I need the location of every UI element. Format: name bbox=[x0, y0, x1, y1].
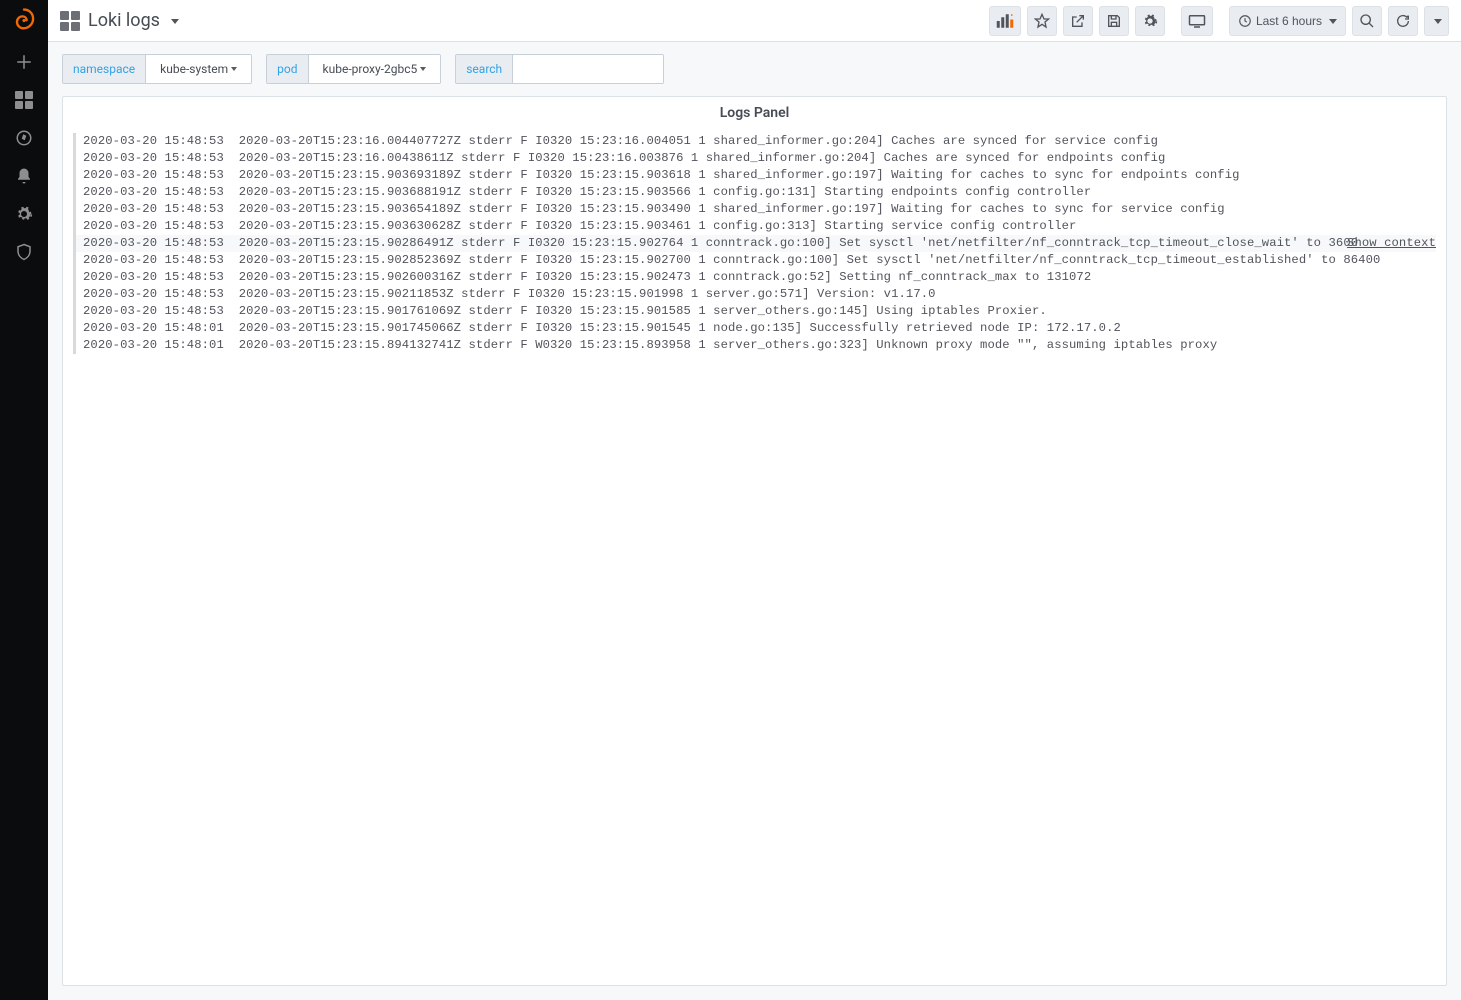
time-picker-label: Last 6 hours bbox=[1256, 14, 1322, 28]
log-level-bar bbox=[73, 320, 76, 337]
log-row[interactable]: 2020-03-20 15:48:53 2020-03-20T15:23:15.… bbox=[73, 218, 1436, 235]
log-message: 2020-03-20T15:23:15.90211853Z stderr F I… bbox=[239, 286, 936, 303]
log-timestamp: 2020-03-20 15:48:53 bbox=[83, 252, 239, 269]
variable-namespace: namespace kube-system bbox=[62, 54, 252, 84]
variable-pod-value[interactable]: kube-proxy-2gbc5 bbox=[309, 55, 441, 83]
log-timestamp: 2020-03-20 15:48:53 bbox=[83, 303, 239, 320]
add-panel-button[interactable] bbox=[989, 6, 1021, 36]
variable-search-label: search bbox=[456, 55, 513, 83]
log-message: 2020-03-20T15:23:15.903688191Z stderr F … bbox=[239, 184, 1092, 201]
log-timestamp: 2020-03-20 15:48:53 bbox=[83, 269, 239, 286]
dashboards-icon[interactable] bbox=[14, 90, 34, 110]
chevron-down-icon bbox=[420, 67, 426, 71]
log-row[interactable]: 2020-03-20 15:48:01 2020-03-20T15:23:15.… bbox=[73, 320, 1436, 337]
share-button[interactable] bbox=[1063, 6, 1093, 36]
log-timestamp: 2020-03-20 15:48:53 bbox=[83, 201, 239, 218]
variable-namespace-value-text: kube-system bbox=[160, 62, 228, 76]
log-timestamp: 2020-03-20 15:48:53 bbox=[83, 218, 239, 235]
log-message: 2020-03-20T15:23:16.00438611Z stderr F I… bbox=[239, 150, 1166, 167]
log-timestamp: 2020-03-20 15:48:53 bbox=[83, 133, 239, 150]
alerting-icon[interactable] bbox=[14, 166, 34, 186]
log-message: 2020-03-20T15:23:15.901761069Z stderr F … bbox=[239, 303, 1047, 320]
log-level-bar bbox=[73, 252, 76, 269]
logs-container[interactable]: 2020-03-20 15:48:53 2020-03-20T15:23:16.… bbox=[63, 131, 1446, 985]
log-level-bar bbox=[73, 269, 76, 286]
refresh-button[interactable] bbox=[1388, 6, 1418, 36]
logs-panel: Logs Panel 2020-03-20 15:48:53 2020-03-2… bbox=[62, 96, 1447, 986]
log-timestamp: 2020-03-20 15:48:53 bbox=[83, 150, 239, 167]
log-row[interactable]: 2020-03-20 15:48:53 2020-03-20T15:23:15.… bbox=[73, 269, 1436, 286]
log-row[interactable]: 2020-03-20 15:48:53 2020-03-20T15:23:16.… bbox=[73, 150, 1436, 167]
log-row[interactable]: 2020-03-20 15:48:53 2020-03-20T15:23:15.… bbox=[73, 286, 1436, 303]
log-row[interactable]: 2020-03-20 15:48:01 2020-03-20T15:23:15.… bbox=[73, 337, 1436, 354]
log-level-bar bbox=[73, 235, 76, 252]
log-level-bar bbox=[73, 184, 76, 201]
log-level-bar bbox=[73, 218, 76, 235]
log-timestamp: 2020-03-20 15:48:01 bbox=[83, 337, 239, 354]
variable-pod-label: pod bbox=[267, 55, 308, 83]
star-button[interactable] bbox=[1027, 6, 1057, 36]
create-icon[interactable] bbox=[14, 52, 34, 72]
dashboard-title-text: Loki logs bbox=[88, 10, 160, 31]
log-timestamp: 2020-03-20 15:48:01 bbox=[83, 320, 239, 337]
variable-pod-value-text: kube-proxy-2gbc5 bbox=[323, 62, 418, 76]
log-message: 2020-03-20T15:23:15.902852369Z stderr F … bbox=[239, 252, 1381, 269]
log-level-bar bbox=[73, 303, 76, 320]
chevron-down-icon bbox=[1329, 19, 1337, 24]
configuration-icon[interactable] bbox=[14, 204, 34, 224]
variable-search: search bbox=[455, 54, 664, 84]
log-message: 2020-03-20T15:23:15.901745066Z stderr F … bbox=[239, 320, 1121, 337]
log-level-bar bbox=[73, 167, 76, 184]
log-row[interactable]: 2020-03-20 15:48:53 2020-03-20T15:23:15.… bbox=[73, 201, 1436, 218]
log-level-bar bbox=[73, 201, 76, 218]
log-row[interactable]: 2020-03-20 15:48:53 2020-03-20T15:23:15.… bbox=[73, 184, 1436, 201]
cycle-view-button[interactable] bbox=[1181, 6, 1213, 36]
panel-title: Logs Panel bbox=[63, 97, 1446, 131]
variable-pod: pod kube-proxy-2gbc5 bbox=[266, 54, 441, 84]
time-picker-button[interactable]: Last 6 hours bbox=[1229, 6, 1346, 36]
log-message: 2020-03-20T15:23:15.903630628Z stderr F … bbox=[239, 218, 1077, 235]
log-level-bar bbox=[73, 133, 76, 150]
log-row[interactable]: 2020-03-20 15:48:53 2020-03-20T15:23:15.… bbox=[73, 303, 1436, 320]
save-button[interactable] bbox=[1099, 6, 1129, 36]
log-timestamp: 2020-03-20 15:48:53 bbox=[83, 235, 239, 252]
show-context-link[interactable]: Show context bbox=[1347, 235, 1436, 252]
toolbar: Loki logs bbox=[48, 0, 1461, 42]
log-message: 2020-03-20T15:23:15.903693189Z stderr F … bbox=[239, 167, 1240, 184]
log-row[interactable]: 2020-03-20 15:48:53 2020-03-20T15:23:15.… bbox=[73, 252, 1436, 269]
log-row[interactable]: 2020-03-20 15:48:53 2020-03-20T15:23:15.… bbox=[73, 167, 1436, 184]
template-variables-row: namespace kube-system pod kube-proxy-2gb… bbox=[48, 42, 1461, 96]
log-level-bar bbox=[73, 150, 76, 167]
log-row[interactable]: 2020-03-20 15:48:53 2020-03-20T15:23:15.… bbox=[73, 235, 1436, 252]
settings-button[interactable] bbox=[1135, 6, 1165, 36]
log-level-bar bbox=[73, 286, 76, 303]
chevron-down-icon bbox=[171, 19, 179, 24]
log-message: 2020-03-20T15:23:15.902600316Z stderr F … bbox=[239, 269, 1092, 286]
chevron-down-icon bbox=[1434, 19, 1442, 24]
side-navigation bbox=[0, 0, 48, 1000]
search-input[interactable] bbox=[513, 55, 663, 83]
variable-namespace-label: namespace bbox=[63, 55, 146, 83]
log-row[interactable]: 2020-03-20 15:48:53 2020-03-20T15:23:16.… bbox=[73, 133, 1436, 150]
log-message: 2020-03-20T15:23:16.004407727Z stderr F … bbox=[239, 133, 1158, 150]
dashboard-title-picker[interactable]: Loki logs bbox=[88, 10, 179, 31]
log-timestamp: 2020-03-20 15:48:53 bbox=[83, 184, 239, 201]
variable-namespace-value[interactable]: kube-system bbox=[146, 55, 251, 83]
log-level-bar bbox=[73, 337, 76, 354]
explore-icon[interactable] bbox=[14, 128, 34, 148]
log-message: 2020-03-20T15:23:15.90286491Z stderr F I… bbox=[239, 235, 1337, 252]
log-message: 2020-03-20T15:23:15.903654189Z stderr F … bbox=[239, 201, 1225, 218]
grafana-logo-icon[interactable] bbox=[10, 6, 38, 34]
log-timestamp: 2020-03-20 15:48:53 bbox=[83, 286, 239, 303]
refresh-interval-picker[interactable] bbox=[1424, 6, 1449, 36]
log-timestamp: 2020-03-20 15:48:53 bbox=[83, 167, 239, 184]
zoom-out-button[interactable] bbox=[1352, 6, 1382, 36]
shield-icon[interactable] bbox=[14, 242, 34, 262]
log-message: 2020-03-20T15:23:15.894132741Z stderr F … bbox=[239, 337, 1218, 354]
chevron-down-icon bbox=[231, 67, 237, 71]
dashboard-grid-icon[interactable] bbox=[60, 11, 80, 31]
